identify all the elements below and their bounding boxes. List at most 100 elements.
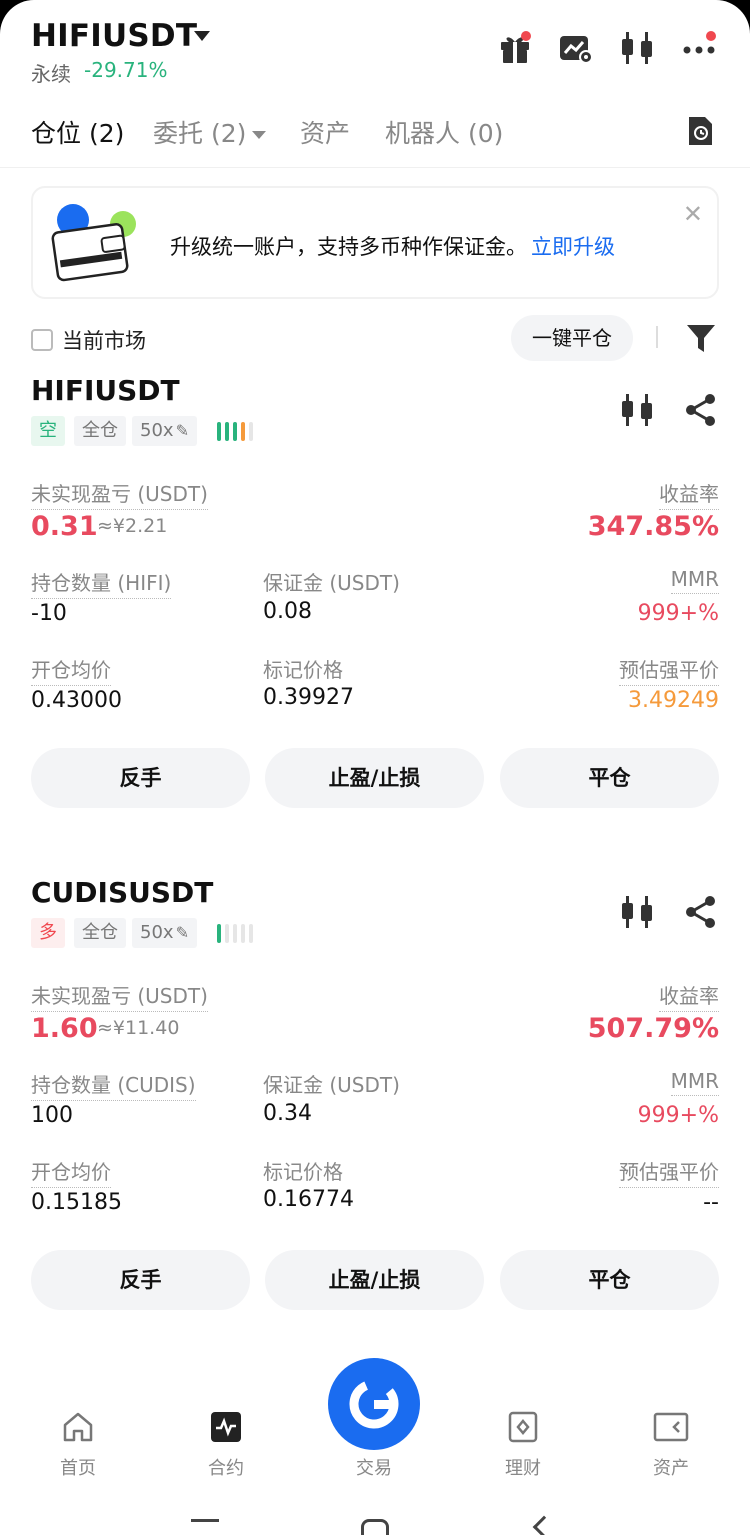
liq-price-label[interactable]: 预估强平价 xyxy=(619,654,719,686)
entry-price-value: 0.43000 xyxy=(31,688,122,713)
nav-futures-label: 合约 xyxy=(208,1458,244,1479)
position-size-label[interactable]: 持仓数量 (CUDIS) xyxy=(31,1069,196,1101)
history-icon[interactable] xyxy=(686,115,714,147)
liq-price-value: 3.49249 xyxy=(628,688,719,713)
margin-label: 保证金 (USDT) xyxy=(263,1073,400,1097)
entry-price-label[interactable]: 开仓均价 xyxy=(31,1156,111,1188)
margin-mode-badge: 全仓 xyxy=(74,918,126,948)
share-icon[interactable] xyxy=(683,392,719,428)
chart-settings-icon[interactable] xyxy=(558,30,594,66)
nav-home[interactable]: 首页 xyxy=(33,1410,123,1480)
margin-value: 0.08 xyxy=(263,599,312,624)
price-change: -29.71% xyxy=(84,58,168,82)
nav-home-label: 首页 xyxy=(60,1458,96,1479)
mark-price-value: 0.16774 xyxy=(263,1187,354,1212)
mark-price-label: 标记价格 xyxy=(263,1160,343,1184)
nav-assets[interactable]: 资产 xyxy=(626,1410,716,1480)
roe-value: 347.85% xyxy=(587,511,719,542)
leverage-badge[interactable]: 50x ✎ xyxy=(132,416,197,446)
side-badge: 多 xyxy=(31,918,65,948)
screen: HIFIUSDT 永续 -29.71% 仓位 (2) 委托 (2) 资产 机器人… xyxy=(0,0,750,1535)
unrealized-pnl-value: 1.60 xyxy=(31,1013,98,1044)
position-card: HIFIUSDT 空 全仓 50x ✎ 未实现盈亏 (USDT) 0.31 ≈¥2… xyxy=(0,374,750,844)
liq-price-value: -- xyxy=(703,1190,719,1215)
mark-price-value: 0.39927 xyxy=(263,685,354,710)
position-size-value: 100 xyxy=(31,1103,73,1128)
more-icon[interactable] xyxy=(682,30,718,66)
tab-positions[interactable]: 仓位 (2) xyxy=(31,114,124,150)
gift-icon[interactable] xyxy=(497,30,533,66)
leverage-badge[interactable]: 50x ✎ xyxy=(132,918,197,948)
unrealized-pnl-value: 0.31 xyxy=(31,511,98,542)
margin-mode-badge: 全仓 xyxy=(74,416,126,446)
liq-price-label[interactable]: 预估强平价 xyxy=(619,1156,719,1188)
nav-trade-label: 交易 xyxy=(356,1458,392,1479)
pnl-cny-value: ≈¥11.40 xyxy=(97,1017,180,1039)
position-card: CUDISUSDT 多 全仓 50x ✎ 未实现盈亏 (USDT) 1.60 ≈¥… xyxy=(0,876,750,1346)
roe-label[interactable]: 收益率 xyxy=(659,478,719,510)
mmr-value: 999+% xyxy=(637,1103,719,1128)
header: HIFIUSDT 永续 -29.71% xyxy=(0,0,750,95)
filter-icon[interactable] xyxy=(686,322,716,354)
nav-assets-label: 资产 xyxy=(653,1458,689,1479)
contract-type: 永续 xyxy=(31,62,71,86)
pnl-cny-value: ≈¥2.21 xyxy=(97,515,168,537)
tab-orders[interactable]: 委托 (2) xyxy=(153,114,267,150)
entry-price-label[interactable]: 开仓均价 xyxy=(31,654,111,686)
leverage-value: 50x xyxy=(140,922,174,943)
tpsl-button[interactable]: 止盈/止损 xyxy=(265,1250,484,1310)
entry-price-value: 0.15185 xyxy=(31,1190,122,1215)
close-position-button[interactable]: 平仓 xyxy=(500,1250,719,1310)
wallet-illustration-icon xyxy=(51,202,143,286)
trade-icon xyxy=(349,1379,399,1429)
candlestick-icon[interactable] xyxy=(620,894,656,930)
earn-icon xyxy=(508,1411,538,1443)
margin-label: 保证金 (USDT) xyxy=(263,571,400,595)
current-market-label: 当前市场 xyxy=(62,329,146,353)
mmr-label[interactable]: MMR xyxy=(670,567,719,594)
position-size-value: -10 xyxy=(31,601,67,626)
margin-value: 0.34 xyxy=(263,1101,312,1126)
close-icon[interactable]: ✕ xyxy=(683,200,703,228)
risk-level-bars xyxy=(217,422,257,442)
symbol-selector[interactable]: HIFIUSDT xyxy=(31,18,197,54)
tab-orders-label: 委托 (2) xyxy=(153,119,247,148)
upgrade-link[interactable]: 立即升级 xyxy=(531,235,615,259)
share-icon[interactable] xyxy=(683,894,719,930)
roe-label[interactable]: 收益率 xyxy=(659,980,719,1012)
caret-down-icon[interactable] xyxy=(194,31,210,41)
recent-apps-icon[interactable] xyxy=(191,1519,219,1522)
reverse-button[interactable]: 反手 xyxy=(31,1250,250,1310)
risk-level-bars xyxy=(217,924,257,944)
unrealized-pnl-label[interactable]: 未实现盈亏 (USDT) xyxy=(31,980,208,1012)
banner-message: 升级统一账户，支持多币种作保证金。 xyxy=(170,235,527,259)
close-position-button[interactable]: 平仓 xyxy=(500,748,719,808)
tpsl-button[interactable]: 止盈/止损 xyxy=(265,748,484,808)
tab-assets[interactable]: 资产 xyxy=(300,114,350,150)
candlestick-icon[interactable] xyxy=(620,30,656,66)
leverage-value: 50x xyxy=(140,420,174,441)
tab-bots[interactable]: 机器人 (0) xyxy=(385,114,503,150)
position-size-label[interactable]: 持仓数量 (HIFI) xyxy=(31,567,172,599)
system-nav-bar xyxy=(0,1495,750,1535)
position-symbol[interactable]: CUDISUSDT xyxy=(31,876,213,909)
mmr-label[interactable]: MMR xyxy=(670,1069,719,1096)
home-button-icon[interactable] xyxy=(361,1519,389,1535)
trade-button[interactable] xyxy=(328,1358,420,1450)
nav-earn-label: 理财 xyxy=(505,1458,541,1479)
roe-value: 507.79% xyxy=(587,1013,719,1044)
nav-earn[interactable]: 理财 xyxy=(478,1410,568,1480)
nav-futures[interactable]: 合约 xyxy=(181,1410,271,1480)
back-icon[interactable] xyxy=(532,1515,556,1535)
current-market-checkbox[interactable] xyxy=(31,329,53,351)
divider xyxy=(656,326,658,348)
reverse-button[interactable]: 反手 xyxy=(31,748,250,808)
candlestick-icon[interactable] xyxy=(620,392,656,428)
caret-down-icon xyxy=(252,131,267,139)
wallet-icon xyxy=(653,1412,689,1442)
banner-text: 升级统一账户，支持多币种作保证金。 立即升级 xyxy=(170,231,615,261)
position-symbol[interactable]: HIFIUSDT xyxy=(31,374,180,407)
upgrade-banner: 升级统一账户，支持多币种作保证金。 立即升级 ✕ xyxy=(31,186,719,299)
unrealized-pnl-label[interactable]: 未实现盈亏 (USDT) xyxy=(31,478,208,510)
close-all-button[interactable]: 一键平仓 xyxy=(511,315,633,361)
